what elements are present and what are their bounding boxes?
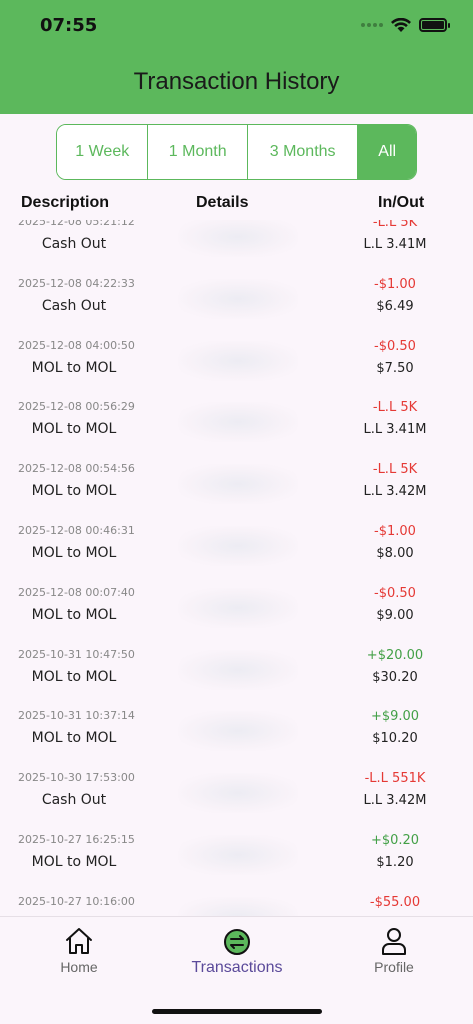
page-title: Transaction History (133, 68, 340, 95)
home-indicator (152, 1009, 322, 1014)
tab-home-label: Home (60, 959, 98, 975)
cellular-signal-icon (361, 23, 383, 27)
column-description: Description (21, 194, 110, 211)
column-inout: In/Out (378, 194, 425, 211)
transaction-details-blurred (178, 464, 298, 505)
column-headers: Description Details In/Out (0, 192, 473, 216)
transaction-date: 2025-12-08 00:56:29 (18, 400, 135, 414)
transaction-date: 2025-12-08 00:46:31 (18, 523, 135, 537)
transaction-type: MOL to MOL (31, 606, 117, 623)
filter-1-month[interactable]: 1 Month (148, 125, 248, 179)
transaction-amount: -$1.00 (374, 276, 416, 292)
transaction-date: 2025-12-08 04:00:50 (18, 338, 135, 352)
transaction-balance: L.L 3.41M (363, 422, 427, 438)
transaction-row[interactable]: 2025-10-31 10:37:14 MOL to MOL +$9.00 $10.2… (0, 701, 473, 763)
transaction-row[interactable]: 2025-12-08 00:54:56 MOL to MOL -L.L 5K L.L … (0, 454, 473, 516)
transaction-amount: -L.L 5K (372, 400, 418, 416)
transaction-date: 2025-10-31 10:37:14 (18, 709, 135, 723)
transaction-row[interactable]: 2025-10-31 10:47:50 MOL to MOL +$20.00 $30.… (0, 640, 473, 702)
transaction-type: Cash Out (41, 297, 107, 314)
wifi-icon (391, 17, 411, 32)
transaction-type: Cash Out (41, 792, 107, 809)
transaction-details-blurred (178, 525, 298, 566)
transaction-type: MOL to MOL (31, 359, 117, 376)
transaction-date: 2025-10-30 17:53:00 (18, 771, 135, 785)
transaction-details-blurred (178, 340, 298, 381)
transaction-details-blurred (178, 773, 298, 814)
transaction-details-blurred (178, 587, 298, 628)
home-icon (66, 928, 92, 954)
tab-bar: Home Transactions Profile (0, 916, 473, 1024)
transaction-balance: L.L 3.42M (363, 484, 427, 500)
app-header: 07:55 Transaction History (0, 0, 473, 114)
transaction-type: MOL to MOL (31, 421, 117, 438)
transaction-date: 2025-12-08 04:22:33 (18, 276, 135, 290)
transaction-type: MOL to MOL (31, 853, 117, 870)
transaction-date: 2025-10-27 10:16:00 (18, 894, 135, 908)
transaction-details-blurred (178, 220, 298, 257)
tab-transactions-label: Transactions (191, 959, 283, 976)
transaction-list[interactable]: 2025-12-08 05:21:12 Cash Out -L.L 5K L.L 3.… (0, 220, 473, 916)
transaction-amount: +$20.00 (366, 647, 424, 663)
transaction-type: Cash Out (41, 236, 107, 252)
period-filter: 1 Week 1 Month 3 Months All (56, 124, 417, 180)
transaction-amount: -$55.00 (369, 894, 421, 910)
transactions-icon (224, 929, 250, 955)
transaction-amount: +$9.00 (370, 709, 420, 725)
transaction-amount: -$0.50 (374, 585, 416, 601)
transaction-details-blurred (178, 402, 298, 443)
transaction-amount: -L.L 551K (364, 771, 426, 787)
transaction-row[interactable]: 2025-12-08 04:22:33 Cash Out -$1.00 $6.49 (0, 269, 473, 331)
transaction-balance: $9.00 (376, 607, 414, 623)
transaction-amount: -L.L 5K (372, 462, 418, 478)
tab-transactions[interactable]: Transactions (167, 925, 307, 977)
transaction-date: 2025-12-08 00:54:56 (18, 462, 135, 476)
transaction-amount: -$1.00 (374, 523, 416, 539)
transaction-details-blurred (178, 711, 298, 752)
transaction-row[interactable]: 2025-12-08 00:07:40 MOL to MOL -$0.50 $9.00 (0, 578, 473, 640)
tab-profile[interactable]: Profile (324, 925, 464, 975)
transaction-date: 2025-10-31 10:47:50 (18, 647, 135, 661)
transaction-amount: -$0.50 (374, 338, 416, 354)
filter-3-months[interactable]: 3 Months (247, 125, 359, 179)
transaction-balance: $6.49 (376, 298, 414, 314)
transaction-balance: $8.00 (376, 545, 414, 561)
transaction-balance: $10.20 (372, 731, 418, 747)
battery-icon (419, 18, 450, 32)
transaction-details-blurred (178, 834, 298, 875)
transaction-row[interactable]: 2025-10-27 10:16:00 -$55.00 (0, 887, 473, 916)
tab-home[interactable]: Home (9, 925, 149, 975)
transaction-row[interactable]: 2025-10-27 16:25:15 MOL to MOL +$0.20 $1.20 (0, 825, 473, 887)
transaction-balance: $30.20 (372, 669, 418, 685)
transaction-row[interactable]: 2025-12-08 00:46:31 MOL to MOL -$1.00 $8.00 (0, 516, 473, 578)
transaction-balance: $7.50 (376, 360, 414, 376)
transaction-details-blurred (178, 649, 298, 690)
tab-profile-label: Profile (374, 959, 414, 975)
transaction-row[interactable]: 2025-12-08 05:21:12 Cash Out -L.L 5K L.L 3.… (0, 220, 473, 269)
filter-all[interactable]: All (358, 125, 416, 179)
transaction-row[interactable]: 2025-12-08 00:56:29 MOL to MOL -L.L 5K L.L … (0, 392, 473, 454)
transaction-details-blurred (178, 278, 298, 319)
transaction-row[interactable]: 2025-12-08 04:00:50 MOL to MOL -$0.50 $7.50 (0, 331, 473, 393)
column-details: Details (196, 194, 249, 211)
transaction-date: 2025-12-08 05:21:12 (18, 220, 135, 228)
transaction-balance: L.L 3.42M (363, 793, 427, 809)
transaction-amount: +$0.20 (370, 832, 420, 848)
transaction-amount: -L.L 5K (372, 220, 418, 230)
transaction-details-blurred (178, 896, 298, 916)
transaction-type: MOL to MOL (31, 483, 117, 500)
transaction-type: MOL to MOL (31, 730, 117, 747)
status-icons (361, 16, 450, 34)
transaction-date: 2025-10-27 16:25:15 (18, 832, 135, 846)
transaction-balance: $1.20 (376, 854, 414, 870)
transaction-row[interactable]: 2025-10-30 17:53:00 Cash Out -L.L 551K L.L … (0, 763, 473, 825)
transaction-type: MOL to MOL (31, 668, 117, 685)
profile-icon (382, 928, 406, 955)
status-time: 07:55 (40, 15, 98, 36)
transaction-date: 2025-12-08 00:07:40 (18, 585, 135, 599)
transaction-balance: L.L 3.41M (363, 237, 427, 252)
filter-1-week[interactable]: 1 Week (57, 125, 149, 179)
transaction-type: MOL to MOL (31, 544, 117, 561)
